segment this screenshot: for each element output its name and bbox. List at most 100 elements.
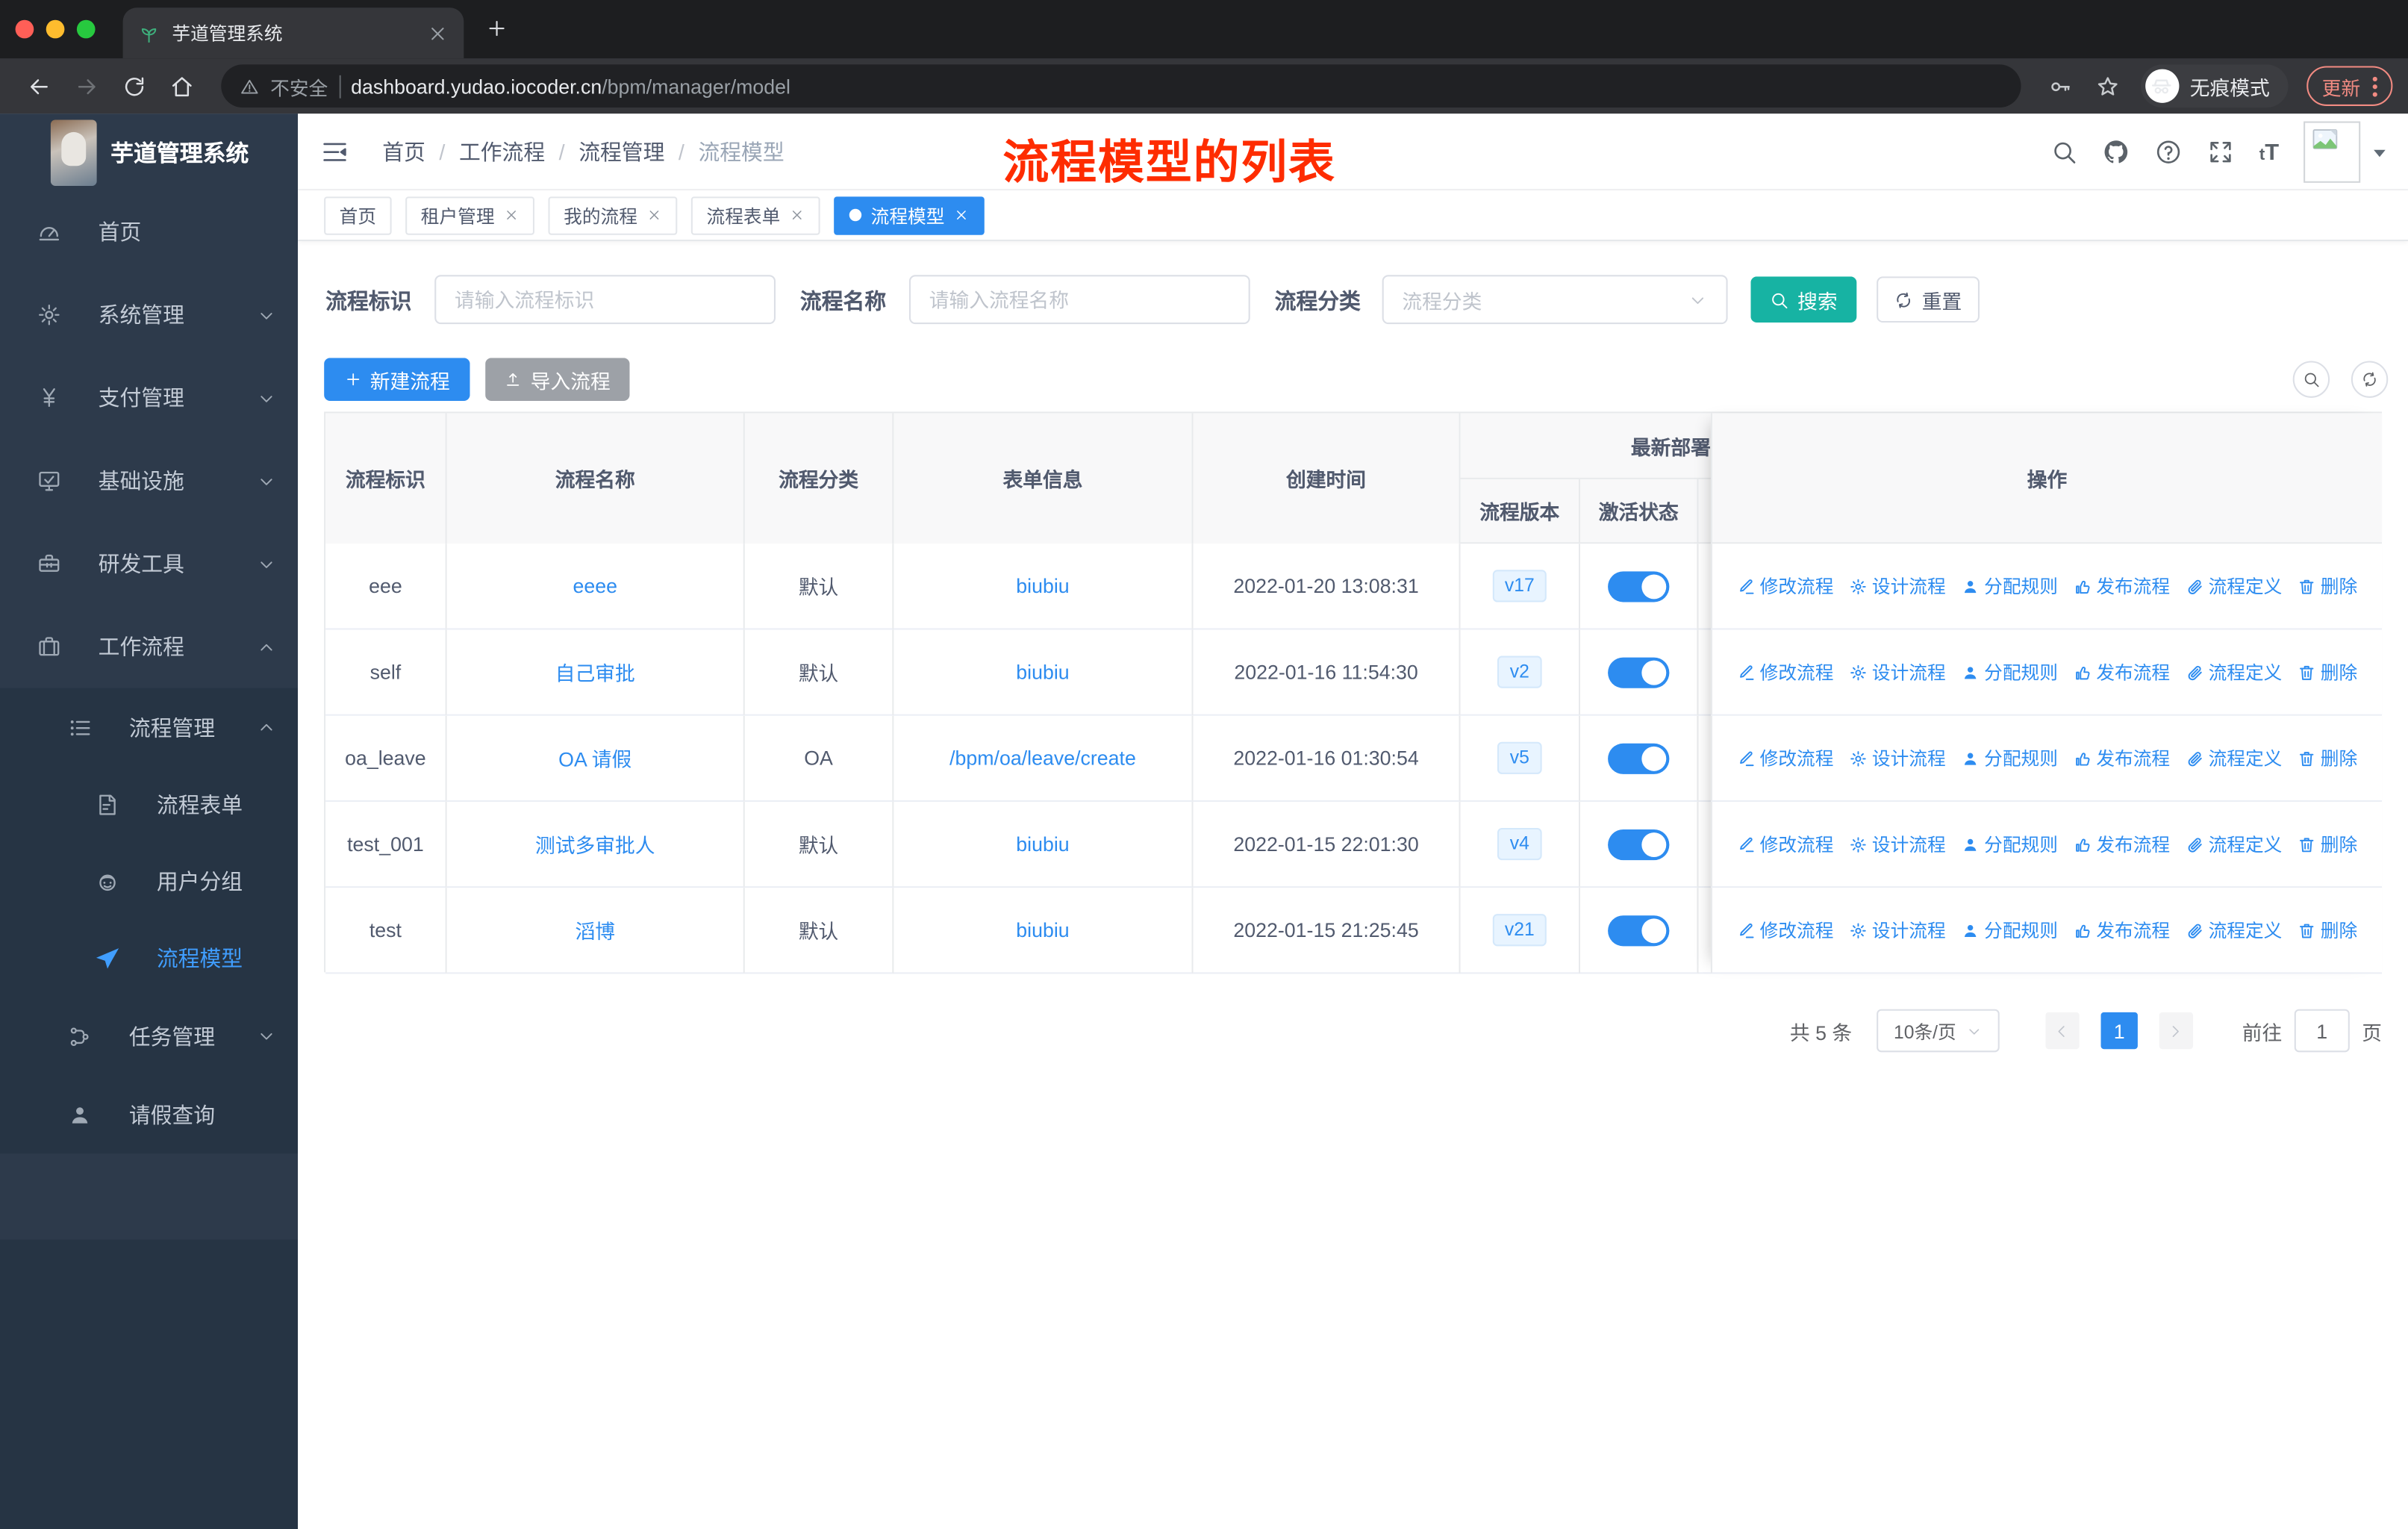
action-delete-link[interactable]: 删除 [2298, 573, 2357, 599]
breadcrumb-item-1[interactable]: 工作流程 [459, 136, 545, 166]
fullscreen-icon[interactable] [2207, 138, 2235, 166]
avatar[interactable] [2303, 121, 2361, 183]
minimize-window-button[interactable] [46, 19, 65, 39]
action-edit-link[interactable]: 修改流程 [1737, 745, 1833, 771]
sidebar-item-4[interactable]: 研发工具 [0, 523, 298, 605]
back-icon[interactable] [26, 73, 52, 99]
sidebar-item-6[interactable]: 流程管理 [0, 688, 299, 767]
chrome-update-button[interactable]: 更新 [2306, 66, 2393, 106]
action-definition-link[interactable]: 流程定义 [2186, 745, 2282, 771]
cell-name[interactable]: 测试多审批人 [446, 801, 745, 888]
show-search-toggle-button[interactable] [2292, 361, 2330, 398]
action-delete-link[interactable]: 删除 [2298, 831, 2357, 857]
active-toggle[interactable] [1608, 915, 1670, 946]
breadcrumb-item-0[interactable]: 首页 [382, 136, 425, 166]
sidebar-item-8[interactable]: 用户分组 [0, 843, 299, 921]
browser-menu-icon[interactable] [2372, 75, 2377, 96]
action-design-link[interactable]: 设计流程 [1849, 659, 1946, 685]
reload-icon[interactable] [122, 73, 148, 99]
cell-version[interactable]: v2 [1460, 629, 1581, 716]
cell-version[interactable]: v17 [1460, 544, 1581, 630]
action-publish-link[interactable]: 发布流程 [2073, 917, 2170, 943]
cell-form[interactable]: biubiu [893, 888, 1194, 974]
help-icon[interactable] [2155, 138, 2183, 166]
goto-page-input[interactable] [2294, 1009, 2350, 1053]
cell-active[interactable] [1580, 629, 1699, 716]
filter-category-select[interactable]: 流程分类 [1382, 275, 1728, 325]
action-delete-link[interactable]: 删除 [2298, 917, 2357, 943]
tab-close-icon[interactable] [427, 22, 449, 44]
close-window-button[interactable] [15, 19, 34, 39]
sidebar-item-5[interactable]: 工作流程 [0, 605, 298, 688]
breadcrumb-item-2[interactable]: 流程管理 [578, 136, 664, 166]
close-icon[interactable] [646, 208, 662, 223]
action-assign-link[interactable]: 分配规则 [1961, 831, 2058, 857]
github-icon[interactable] [2103, 138, 2130, 166]
cell-version[interactable]: v5 [1460, 715, 1581, 802]
search-button[interactable]: 搜索 [1750, 276, 1857, 323]
cell-active[interactable] [1580, 715, 1699, 802]
action-design-link[interactable]: 设计流程 [1849, 831, 1946, 857]
close-icon[interactable] [954, 208, 970, 223]
cell-form[interactable]: biubiu [893, 544, 1194, 630]
cell-active[interactable] [1580, 544, 1699, 630]
action-assign-link[interactable]: 分配规则 [1961, 659, 2058, 685]
cell-name[interactable]: 自己审批 [446, 629, 745, 716]
sidebar-item-2[interactable]: 支付管理 [0, 356, 298, 439]
sidebar-item-10[interactable]: 任务管理 [0, 997, 299, 1076]
close-icon[interactable] [790, 208, 805, 223]
collapse-sidebar-icon[interactable] [319, 137, 350, 165]
action-assign-link[interactable]: 分配规则 [1961, 917, 2058, 943]
action-publish-link[interactable]: 发布流程 [2073, 573, 2170, 599]
tag-1[interactable]: 租户管理 [405, 196, 535, 234]
import-process-button[interactable]: 导入流程 [485, 358, 630, 401]
cell-name[interactable]: OA 请假 [446, 715, 745, 802]
action-publish-link[interactable]: 发布流程 [2073, 659, 2170, 685]
action-delete-link[interactable]: 删除 [2298, 745, 2357, 771]
action-definition-link[interactable]: 流程定义 [2186, 917, 2282, 943]
action-definition-link[interactable]: 流程定义 [2186, 573, 2282, 599]
cell-active[interactable] [1580, 801, 1699, 888]
action-edit-link[interactable]: 修改流程 [1737, 831, 1833, 857]
page-size-select[interactable]: 10条/页 [1877, 1009, 2000, 1053]
action-edit-link[interactable]: 修改流程 [1737, 917, 1833, 943]
prev-page-button[interactable] [2045, 1012, 2080, 1050]
zoom-window-button[interactable] [76, 19, 96, 39]
app-logo[interactable]: 芋道管理系统 [0, 113, 298, 190]
action-design-link[interactable]: 设计流程 [1849, 745, 1946, 771]
create-process-button[interactable]: 新建流程 [324, 358, 470, 401]
action-edit-link[interactable]: 修改流程 [1737, 573, 1833, 599]
action-assign-link[interactable]: 分配规则 [1961, 745, 2058, 771]
sidebar-item-9[interactable]: 流程模型 [0, 920, 299, 997]
font-size-icon[interactable]: tT [2259, 139, 2279, 165]
action-definition-link[interactable]: 流程定义 [2186, 831, 2282, 857]
refresh-table-button[interactable] [2351, 361, 2389, 398]
sidebar-item-7[interactable]: 流程表单 [0, 766, 299, 844]
active-toggle[interactable] [1608, 742, 1670, 773]
tag-2[interactable]: 我的流程 [548, 196, 678, 234]
action-edit-link[interactable]: 修改流程 [1737, 659, 1833, 685]
tag-0[interactable]: 首页 [324, 196, 392, 234]
next-page-button[interactable] [2159, 1012, 2193, 1050]
sidebar-item-0[interactable]: 首页 [0, 190, 298, 273]
home-icon[interactable] [169, 73, 195, 99]
tag-4[interactable]: 流程模型 [834, 196, 985, 234]
key-icon[interactable] [2047, 73, 2073, 99]
action-definition-link[interactable]: 流程定义 [2186, 659, 2282, 685]
address-bar[interactable]: 不安全 dashboard.yudao.iocoder.cn/bpm/manag… [221, 64, 2021, 108]
filter-name-input[interactable] [908, 275, 1250, 325]
sidebar-item-11[interactable]: 请假查询 [0, 1075, 299, 1154]
window-controls[interactable] [15, 19, 96, 39]
sidebar-item-3[interactable]: 基础设施 [0, 439, 298, 522]
action-publish-link[interactable]: 发布流程 [2073, 831, 2170, 857]
filter-id-input[interactable] [434, 275, 776, 325]
cell-version[interactable]: v21 [1460, 888, 1581, 974]
url-text[interactable]: dashboard.yudao.iocoder.cn/bpm/manager/m… [351, 75, 790, 98]
search-icon[interactable] [2050, 138, 2078, 166]
action-design-link[interactable]: 设计流程 [1849, 573, 1946, 599]
reset-button[interactable]: 重置 [1877, 276, 1980, 323]
tag-3[interactable]: 流程表单 [690, 196, 820, 234]
active-toggle[interactable] [1608, 656, 1670, 688]
browser-tab[interactable]: 芋道管理系统 [122, 7, 464, 59]
cell-name[interactable]: eeee [446, 544, 745, 630]
